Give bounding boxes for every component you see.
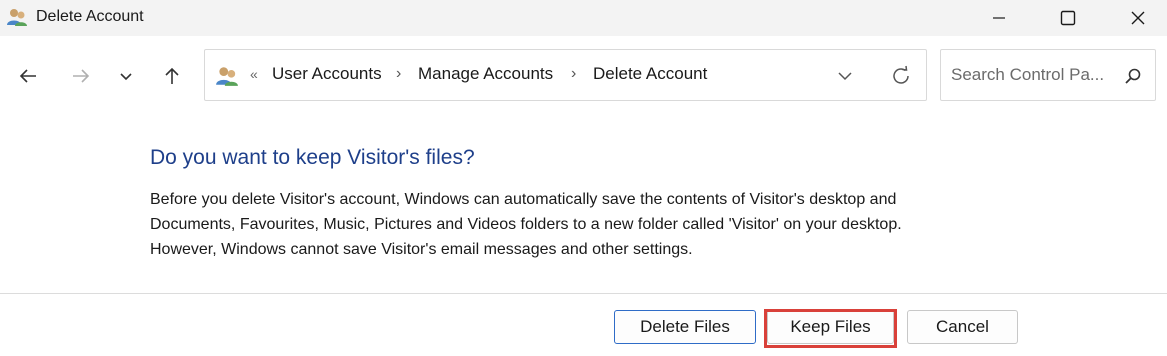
page-heading: Do you want to keep Visitor's files?	[150, 146, 475, 169]
breadcrumb-separator[interactable]: ›	[396, 65, 401, 83]
description-line: Before you delete Visitor's account, Win…	[150, 191, 897, 208]
keep-files-highlight	[764, 309, 897, 348]
close-icon	[1131, 11, 1145, 25]
close-button[interactable]	[1115, 0, 1161, 36]
search-input[interactable]	[951, 64, 1116, 86]
back-button[interactable]	[14, 62, 42, 90]
users-icon	[6, 6, 28, 28]
description-line: Documents, Favourites, Music, Pictures a…	[150, 216, 902, 233]
maximize-icon	[1060, 10, 1076, 26]
title-bar: Delete Account	[0, 0, 1167, 36]
description-line: However, Windows cannot save Visitor's e…	[150, 241, 693, 258]
breadcrumb-delete-account[interactable]: Delete Account	[593, 64, 707, 84]
breadcrumb-manage-accounts[interactable]: Manage Accounts	[418, 64, 553, 84]
maximize-button[interactable]	[1045, 0, 1091, 36]
address-bar[interactable]: « User Accounts › Manage Accounts › Dele…	[204, 49, 927, 101]
search-icon[interactable]	[1121, 64, 1145, 88]
minimize-button[interactable]	[976, 0, 1022, 36]
arrow-right-icon	[73, 69, 90, 83]
search-box[interactable]	[940, 49, 1156, 101]
arrow-up-icon	[165, 67, 179, 84]
breadcrumb-user-accounts[interactable]: User Accounts	[272, 64, 382, 84]
breadcrumb-separator[interactable]: ›	[571, 65, 576, 83]
delete-files-button[interactable]: Delete Files	[614, 310, 756, 344]
window-title: Delete Account	[36, 8, 144, 25]
forward-button[interactable]	[67, 62, 95, 90]
address-dropdown-button[interactable]	[833, 64, 857, 88]
footer-divider	[0, 293, 1167, 294]
recent-locations-button[interactable]	[112, 62, 140, 90]
chevron-down-icon	[838, 72, 852, 81]
users-icon	[215, 64, 239, 88]
navigation-bar: « User Accounts › Manage Accounts › Dele…	[0, 36, 1167, 114]
overflow-chevron[interactable]: «	[250, 66, 258, 82]
cancel-button[interactable]: Cancel	[907, 310, 1018, 344]
arrow-left-icon	[19, 69, 36, 83]
up-button[interactable]	[158, 62, 186, 90]
refresh-icon	[893, 65, 909, 84]
minimize-icon	[993, 17, 1005, 19]
chevron-down-icon	[120, 73, 132, 81]
refresh-button[interactable]	[888, 63, 914, 89]
description-text: Before you delete Visitor's account, Win…	[150, 187, 1030, 262]
